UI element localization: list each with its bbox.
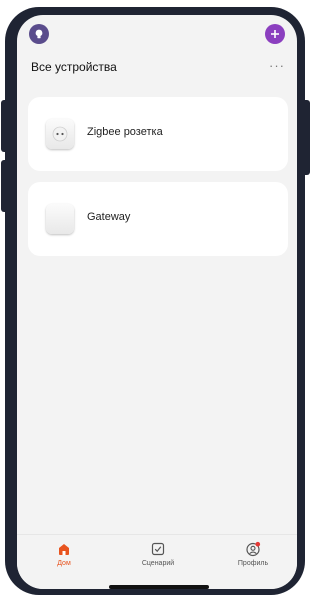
more-options-button[interactable]: ··· xyxy=(269,58,285,73)
top-bar xyxy=(17,15,297,55)
home-icon xyxy=(59,544,69,555)
tab-label: Дом xyxy=(57,560,71,567)
device-card-zigbee-socket[interactable]: Zigbee розетка xyxy=(28,97,288,171)
profile-icon xyxy=(246,541,261,557)
scene-checkbox-icon xyxy=(151,542,165,556)
bottom-tab-bar: Дом Сценарий Профиль xyxy=(17,534,297,589)
device-name: Zigbee розетка xyxy=(87,126,163,138)
page-title: Все устройства xyxy=(31,60,117,74)
plus-icon xyxy=(271,30,279,38)
tab-label: Профиль xyxy=(237,560,269,567)
tab-label: Сценарий xyxy=(141,560,175,567)
title-row: Все устройства ··· xyxy=(17,55,297,81)
device-card-gateway[interactable]: Gateway xyxy=(28,182,288,256)
tab-home[interactable]: Дом xyxy=(34,541,94,567)
app-screen: Все устройства ··· Zigbee розетка Gatewa… xyxy=(17,15,297,589)
lightbulb-icon xyxy=(35,29,43,39)
home-avatar[interactable] xyxy=(29,24,49,44)
home-indicator xyxy=(109,585,209,589)
tab-scenario[interactable]: Сценарий xyxy=(128,541,188,567)
notification-badge xyxy=(255,541,261,547)
gateway-icon xyxy=(46,204,74,234)
power-socket-icon xyxy=(46,119,74,149)
device-name: Gateway xyxy=(87,211,131,223)
add-device-button[interactable] xyxy=(265,24,285,44)
tab-profile[interactable]: Профиль xyxy=(223,541,283,567)
